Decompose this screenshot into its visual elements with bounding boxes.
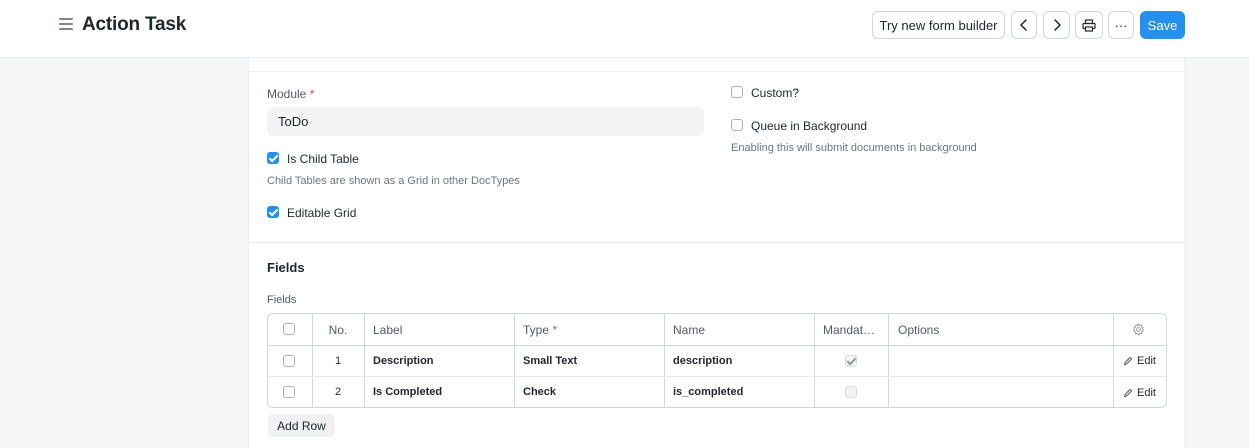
- row-number: 2: [334, 385, 342, 398]
- form-card: Module * ToDo Is Child Table Child Table…: [248, 58, 1185, 448]
- row-select-checkbox[interactable]: [283, 355, 295, 367]
- row-label[interactable]: Description: [373, 345, 434, 376]
- row-type[interactable]: Small Text: [523, 345, 577, 376]
- fields-grid-label: Fields: [267, 294, 297, 306]
- try-form-builder-button[interactable]: Try new form builder: [872, 11, 1005, 39]
- next-record-button[interactable]: [1043, 11, 1070, 39]
- row-select-checkbox[interactable]: [283, 386, 295, 398]
- is-child-table-label: Is Child Table: [287, 152, 359, 166]
- editable-grid-label: Editable Grid: [287, 206, 357, 220]
- section-divider: [249, 71, 1184, 72]
- module-field-label: Module *: [267, 87, 315, 101]
- row-edit-button[interactable]: Edit: [1123, 387, 1156, 399]
- printer-icon: [1082, 18, 1096, 32]
- row-type[interactable]: Check: [523, 376, 556, 407]
- custom-label: Custom?: [751, 86, 800, 100]
- add-row-button[interactable]: Add Row: [268, 414, 335, 437]
- column-header-no: No.: [328, 322, 348, 337]
- pencil-icon: [1123, 388, 1133, 398]
- is-child-table-checkbox[interactable]: [267, 152, 279, 164]
- chevron-left-icon: [1020, 19, 1027, 31]
- row-edit-button[interactable]: Edit: [1123, 355, 1156, 367]
- custom-checkbox[interactable]: [731, 86, 743, 98]
- section-divider: [249, 242, 1184, 243]
- row-mandatory-checkbox: [845, 355, 857, 367]
- column-header-mandatory: Mandat…: [823, 322, 876, 337]
- fields-section-title: Fields: [267, 260, 305, 275]
- save-button[interactable]: Save: [1140, 11, 1185, 39]
- row-name[interactable]: description: [673, 345, 732, 376]
- chevron-right-icon: [1053, 19, 1061, 31]
- editable-grid-checkbox[interactable]: [267, 206, 279, 218]
- is-child-table-help: Child Tables are shown as a Grid in othe…: [267, 175, 520, 187]
- row-mandatory-checkbox: [845, 386, 857, 398]
- column-header-options: Options: [898, 322, 940, 337]
- column-header-type: Type *: [523, 322, 558, 337]
- row-label[interactable]: Is Completed: [373, 376, 442, 407]
- column-header-label: Label: [373, 322, 403, 337]
- page-header: Action Task Try new form builder ··· Sav…: [0, 0, 1249, 58]
- previous-record-button[interactable]: [1011, 11, 1037, 39]
- gear-icon: [1133, 323, 1144, 336]
- menu-icon[interactable]: [59, 18, 73, 30]
- row-name[interactable]: is_completed: [673, 376, 743, 407]
- pencil-icon: [1123, 356, 1133, 366]
- row-number: 1: [334, 354, 342, 367]
- required-mark: *: [309, 87, 315, 101]
- module-input[interactable]: ToDo: [267, 107, 704, 136]
- more-actions-button[interactable]: ···: [1108, 11, 1134, 39]
- select-all-checkbox[interactable]: [283, 323, 295, 335]
- page-title: Action Task: [82, 14, 187, 35]
- column-settings-button[interactable]: [1132, 323, 1145, 336]
- print-button[interactable]: [1075, 11, 1103, 39]
- column-header-name: Name: [673, 322, 706, 337]
- queue-in-background-help: Enabling this will submit documents in b…: [731, 142, 977, 154]
- queue-in-background-checkbox[interactable]: [731, 119, 743, 131]
- queue-in-background-label: Queue in Background: [751, 119, 868, 133]
- fields-table: No. Label Type * Name Mandat… Options 1 …: [267, 313, 1167, 408]
